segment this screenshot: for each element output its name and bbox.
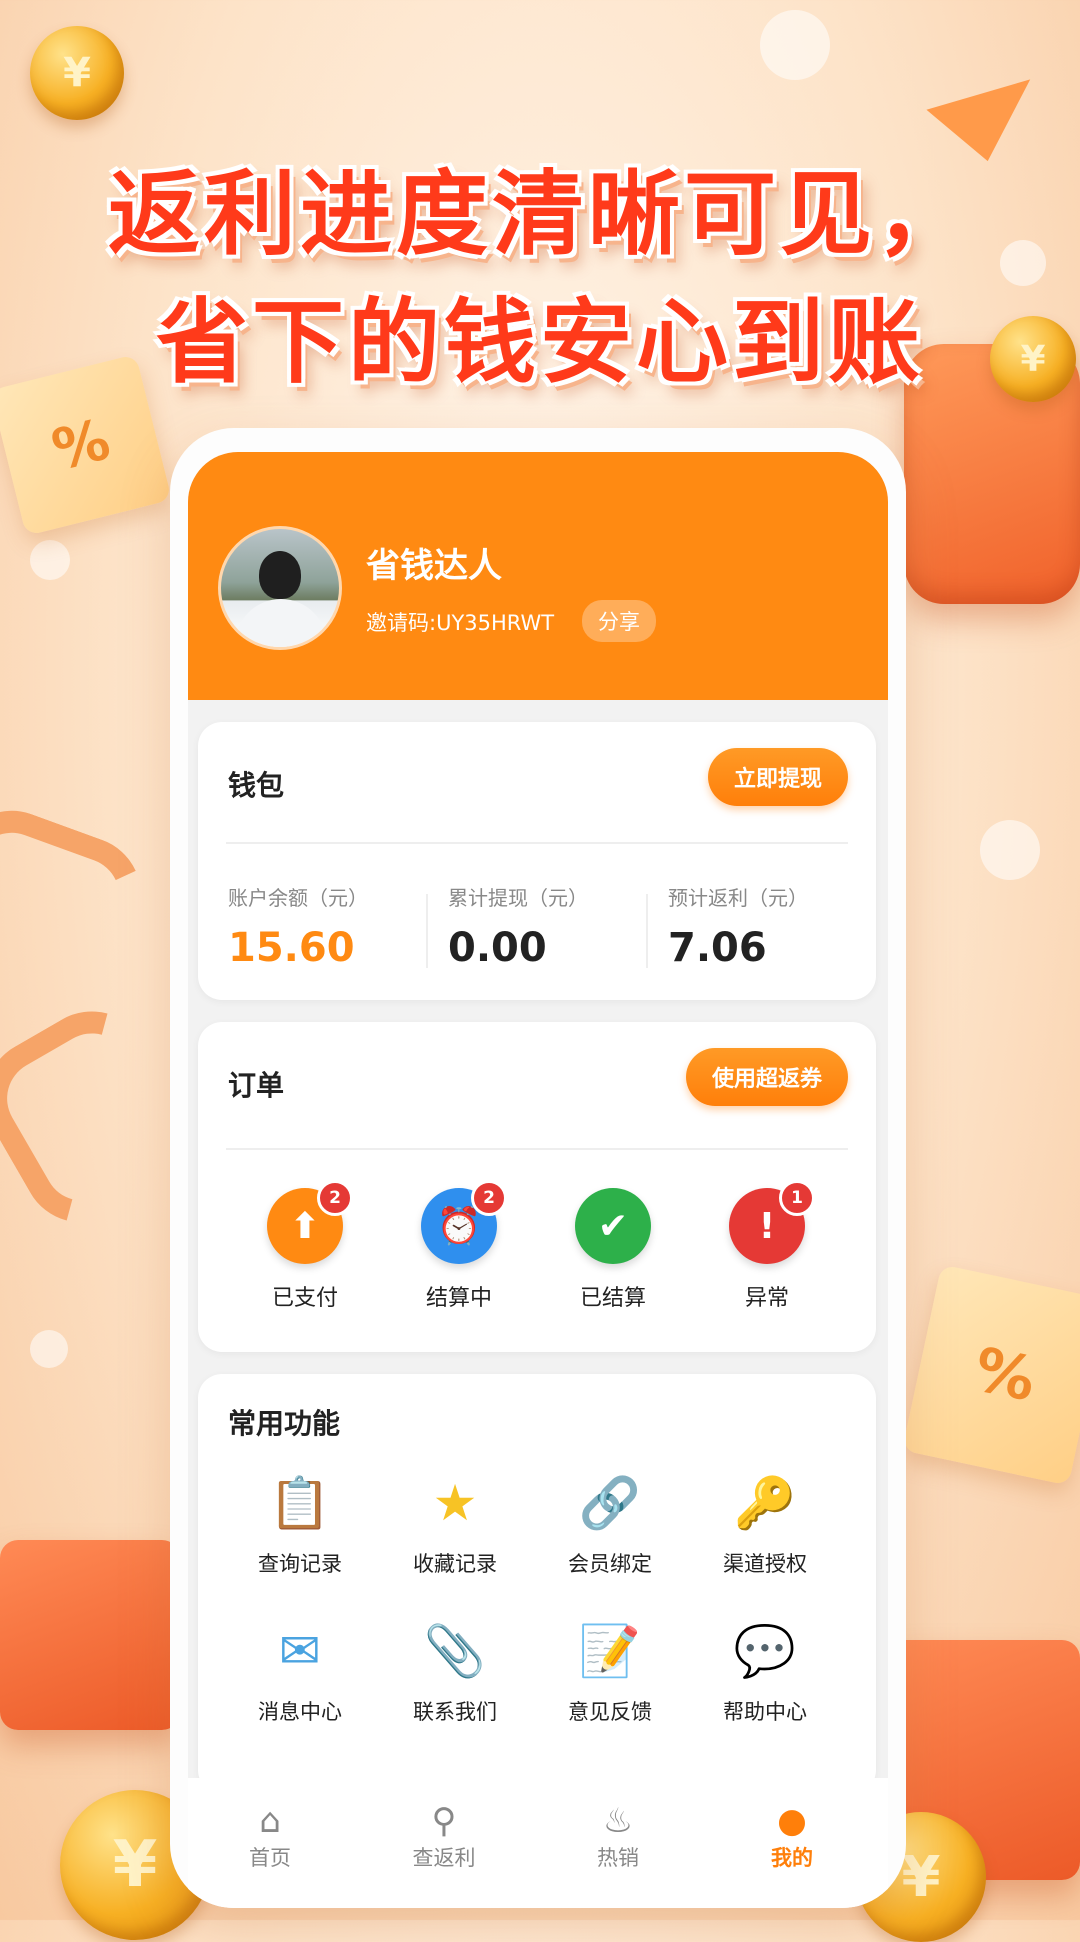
function-feedback[interactable]: 📝 意见反馈 (535, 1618, 685, 1726)
function-label: 收藏记录 (413, 1552, 497, 1576)
flame-icon: ♨ (602, 1801, 634, 1841)
phone-mockup: 省钱达人 邀请码:UY35HRWT 分享 钱包 立即提现 账户余额（元） 15.… (170, 428, 906, 1908)
function-label: 渠道授权 (723, 1552, 807, 1576)
divider (226, 1148, 848, 1150)
order-status-label: 已支付 (271, 1286, 338, 1311)
function-help-center[interactable]: 💬 帮助中心 (690, 1618, 840, 1726)
count-badge: 2 (317, 1180, 353, 1216)
order-status-label: 已结算 (579, 1286, 646, 1311)
balance-stat: 账户余额（元） 15.60 (228, 882, 428, 971)
function-channel-auth[interactable]: 🔑 渠道授权 (690, 1470, 840, 1578)
home-icon: ⌂ (259, 1801, 281, 1841)
function-query-records[interactable]: 📋 查询记录 (225, 1470, 375, 1578)
order-status-settling[interactable]: ⏰ 2 结算中 (394, 1180, 524, 1312)
memo-icon: 📝 (578, 1622, 642, 1680)
balance-value: 15.60 (228, 925, 355, 971)
envelope-icon: ✉ (279, 1622, 321, 1680)
stat-label: 预计返利（元） (668, 886, 808, 910)
order-status-label: 结算中 (425, 1286, 492, 1311)
wallet-card: 钱包 立即提现 账户余额（元） 15.60 累计提现（元） 0.00 预计返利（… (198, 722, 876, 1000)
withdrawn-value: 0.00 (448, 925, 547, 971)
tab-label: 热销 (597, 1846, 639, 1870)
orders-title: 订单 (228, 1069, 285, 1102)
tab-label: 我的 (771, 1846, 813, 1870)
bokeh-light (760, 10, 830, 80)
function-favorites[interactable]: ★ 收藏记录 (380, 1470, 530, 1578)
key-icon: 🔑 (733, 1474, 797, 1532)
profile-header: 省钱达人 邀请码:UY35HRWT 分享 (188, 452, 888, 700)
headline-line-1: 返利进度清晰可见， (107, 161, 972, 268)
order-status-paid[interactable]: ⬆ 2 已支付 (240, 1180, 370, 1312)
function-label: 帮助中心 (723, 1700, 807, 1724)
order-status-label: 异常 (744, 1286, 789, 1311)
tab-label: 查返利 (412, 1846, 476, 1870)
exclamation-icon: ! 1 (729, 1180, 815, 1264)
tab-home[interactable]: ⌂ 首页 (200, 1800, 340, 1872)
function-label: 会员绑定 (568, 1552, 652, 1576)
divider (646, 894, 648, 968)
paperclip-icon: 📎 (423, 1622, 487, 1680)
invite-code: 邀请码:UY35HRWT (366, 611, 555, 635)
headline-line-2: 省下的钱安心到账 (155, 289, 924, 396)
function-contact-us[interactable]: 📎 联系我们 (380, 1618, 530, 1726)
avatar-head (259, 551, 301, 599)
function-label: 联系我们 (413, 1700, 497, 1724)
search-icon: ⚲ (431, 1801, 457, 1841)
rebate-stat: 预计返利（元） 7.06 (668, 882, 868, 971)
star-icon: ★ (432, 1474, 478, 1532)
count-badge: 2 (471, 1180, 507, 1216)
username: 省钱达人 (366, 546, 502, 586)
avatar[interactable] (218, 526, 342, 650)
tab-hot-sale[interactable]: ♨ 热销 (548, 1800, 688, 1872)
check-icon: ✔ (575, 1188, 651, 1264)
function-label: 查询记录 (258, 1552, 342, 1576)
bokeh-light (980, 820, 1040, 880)
coupon-percent-decoration: % (902, 1264, 1080, 1486)
functions-title: 常用功能 (228, 1407, 341, 1440)
link-icon: 🔗 (578, 1474, 642, 1532)
count-badge: 1 (779, 1180, 815, 1216)
bottom-tab-bar: ⌂ 首页 ⚲ 查返利 ♨ 热销 ● 我的 (188, 1778, 888, 1908)
tab-check-rebate[interactable]: ⚲ 查返利 (374, 1800, 514, 1872)
yuan-coin-decoration: ¥ (30, 26, 124, 120)
upload-icon: ⬆ 2 (267, 1180, 353, 1264)
stat-label: 累计提现（元） (448, 886, 588, 910)
stat-label: 账户余额（元） (228, 886, 368, 910)
withdrawn-stat: 累计提现（元） 0.00 (448, 882, 648, 971)
rebate-value: 7.06 (668, 925, 767, 971)
bokeh-light (30, 540, 70, 580)
withdraw-button[interactable]: 立即提现 (707, 748, 848, 806)
order-status-abnormal[interactable]: ! 1 异常 (702, 1180, 832, 1312)
avatar-shoulders (235, 599, 327, 647)
order-status-settled[interactable]: ✔ 已结算 (548, 1188, 678, 1312)
alarm-clock-icon: ⏰ 2 (421, 1180, 507, 1264)
tab-label: 首页 (249, 1846, 291, 1870)
use-coupon-button[interactable]: 使用超返券 (685, 1048, 848, 1106)
app-screen: 省钱达人 邀请码:UY35HRWT 分享 钱包 立即提现 账户余额（元） 15.… (188, 452, 888, 1908)
divider (426, 894, 428, 968)
orders-card: 订单 使用超返券 ⬆ 2 已支付 ⏰ 2 结算中 ✔ 已结算 ! 1 异常 (198, 1022, 876, 1352)
function-label: 意见反馈 (568, 1700, 652, 1724)
clipboard-icon: 📋 (268, 1474, 332, 1532)
share-button[interactable]: 分享 (582, 600, 656, 642)
tab-mine[interactable]: ● 我的 (722, 1800, 862, 1872)
function-messages[interactable]: ✉ 消息中心 (225, 1618, 375, 1726)
speech-bubble-icon: 💬 (733, 1622, 797, 1680)
gift-box-decoration (0, 1540, 180, 1730)
bokeh-light (30, 1330, 68, 1368)
user-icon: ● (777, 1801, 807, 1841)
function-member-binding[interactable]: 🔗 会员绑定 (535, 1470, 685, 1578)
function-label: 消息中心 (258, 1700, 342, 1724)
divider (226, 842, 848, 844)
wallet-title: 钱包 (228, 769, 285, 802)
common-functions-card: 常用功能 📋 查询记录 ★ 收藏记录 🔗 会员绑定 🔑 渠道授权 ✉ 消息中心 (198, 1374, 876, 1794)
